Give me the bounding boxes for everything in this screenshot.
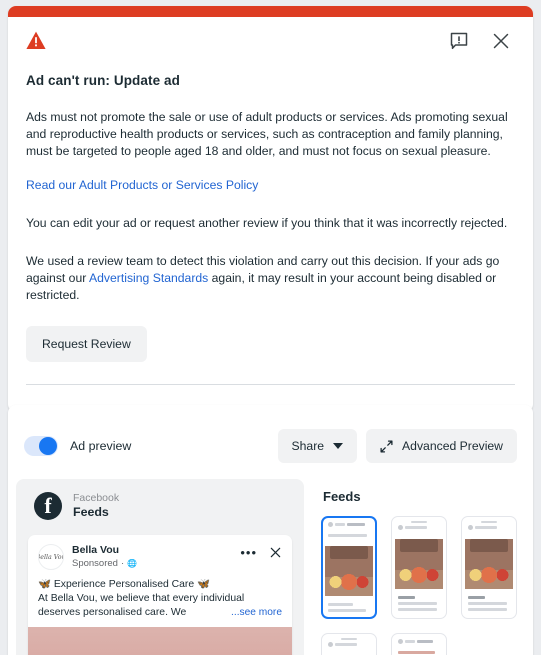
thumb-header — [395, 523, 443, 530]
feedback-icon[interactable] — [449, 31, 469, 51]
ad-copy-line-1: 🦋 Experience Personalised Care 🦋 — [38, 579, 210, 590]
chevron-down-icon — [333, 443, 344, 449]
policy-link[interactable]: Read our Adult Products or Services Poli… — [26, 178, 258, 192]
ad-preview-toggle-label: Ad preview — [70, 439, 132, 453]
edit-or-review-text: You can edit your ad or request another … — [26, 216, 508, 230]
share-button[interactable]: Share — [277, 429, 358, 463]
feed-thumbnail-3[interactable] — [461, 516, 517, 619]
ad-preview-card: Ad preview Share Advanced Preview f Face — [8, 405, 533, 655]
feeds-thumbnail-panel: Feeds — [313, 479, 525, 655]
card-header — [26, 31, 515, 61]
close-icon[interactable] — [491, 31, 511, 51]
facebook-icon: f — [34, 492, 62, 520]
share-button-label: Share — [291, 439, 325, 453]
globe-icon: 🌐 — [127, 559, 138, 568]
avatar-text: Bella Vou — [39, 552, 63, 561]
page-title: Ad can't run: Update ad — [26, 73, 181, 88]
thumb-header — [395, 637, 443, 644]
feed-thumbnail-5[interactable] — [391, 633, 447, 655]
ad-primary-text: 🦋 Experience Personalised Care 🦋 At Bell… — [28, 570, 292, 627]
preview-toolbar: Ad preview Share Advanced Preview — [8, 405, 533, 467]
ad-review-page: Ad can't run: Update ad Ads must not pro… — [0, 0, 541, 655]
advanced-preview-label: Advanced Preview — [402, 439, 503, 453]
thumb-header — [325, 520, 373, 527]
thumb-header — [465, 523, 513, 530]
ad-sponsored-row: Sponsored · 🌐 — [72, 557, 240, 570]
placement-header: f Facebook Feeds — [16, 492, 304, 520]
policy-explanation-text: Ads must not promote the sale or use of … — [26, 110, 508, 158]
separator-dot: · — [120, 558, 125, 569]
sponsored-label: Sponsored — [72, 558, 118, 569]
ad-copy-line-2: At Bella Vou, we believe that every indi… — [38, 593, 245, 604]
thumb-creative — [395, 539, 443, 589]
ad-copy-line-3: deserves personalised care. We — [38, 607, 187, 618]
feed-thumbnail-2[interactable] — [391, 516, 447, 619]
platform-label: Facebook — [73, 492, 120, 504]
thumb-creative — [465, 539, 513, 589]
expand-icon — [380, 439, 393, 453]
ad-post-card: Bella Vou Bella Vou Sponsored · 🌐 ••• — [28, 535, 292, 655]
feeds-thumbnail-grid — [321, 516, 523, 655]
more-options-icon[interactable]: ••• — [240, 546, 257, 559]
preview-split: f Facebook Feeds Bella Vou Bella Vou — [8, 467, 533, 655]
see-more-link[interactable]: ...see more — [231, 606, 282, 620]
review-team-text: We used a review team to detect this vio… — [26, 253, 515, 304]
thumb-creative — [325, 546, 373, 596]
ad-preview-toggle[interactable] — [24, 436, 58, 456]
placement-label: Feeds — [73, 505, 109, 519]
feed-thumbnail-4[interactable] — [321, 633, 377, 655]
facebook-feed-preview: f Facebook Feeds Bella Vou Bella Vou — [16, 479, 304, 655]
ad-brand-name: Bella Vou — [72, 544, 120, 556]
status-accent-bar — [8, 6, 533, 17]
close-icon[interactable] — [269, 546, 282, 559]
ad-rejection-card: Ad can't run: Update ad Ads must not pro… — [8, 6, 533, 412]
thumb-header — [325, 640, 373, 647]
advanced-preview-button[interactable]: Advanced Preview — [366, 429, 517, 463]
toggle-knob — [39, 437, 57, 455]
ad-creative-image — [28, 627, 292, 655]
feed-thumbnail-1[interactable] — [321, 516, 377, 619]
avatar: Bella Vou — [38, 544, 64, 570]
request-review-button[interactable]: Request Review — [26, 326, 147, 362]
warning-triangle-icon — [26, 31, 46, 49]
advertising-standards-link[interactable]: Advertising Standards — [89, 271, 208, 285]
feeds-panel-title: Feeds — [323, 489, 361, 504]
